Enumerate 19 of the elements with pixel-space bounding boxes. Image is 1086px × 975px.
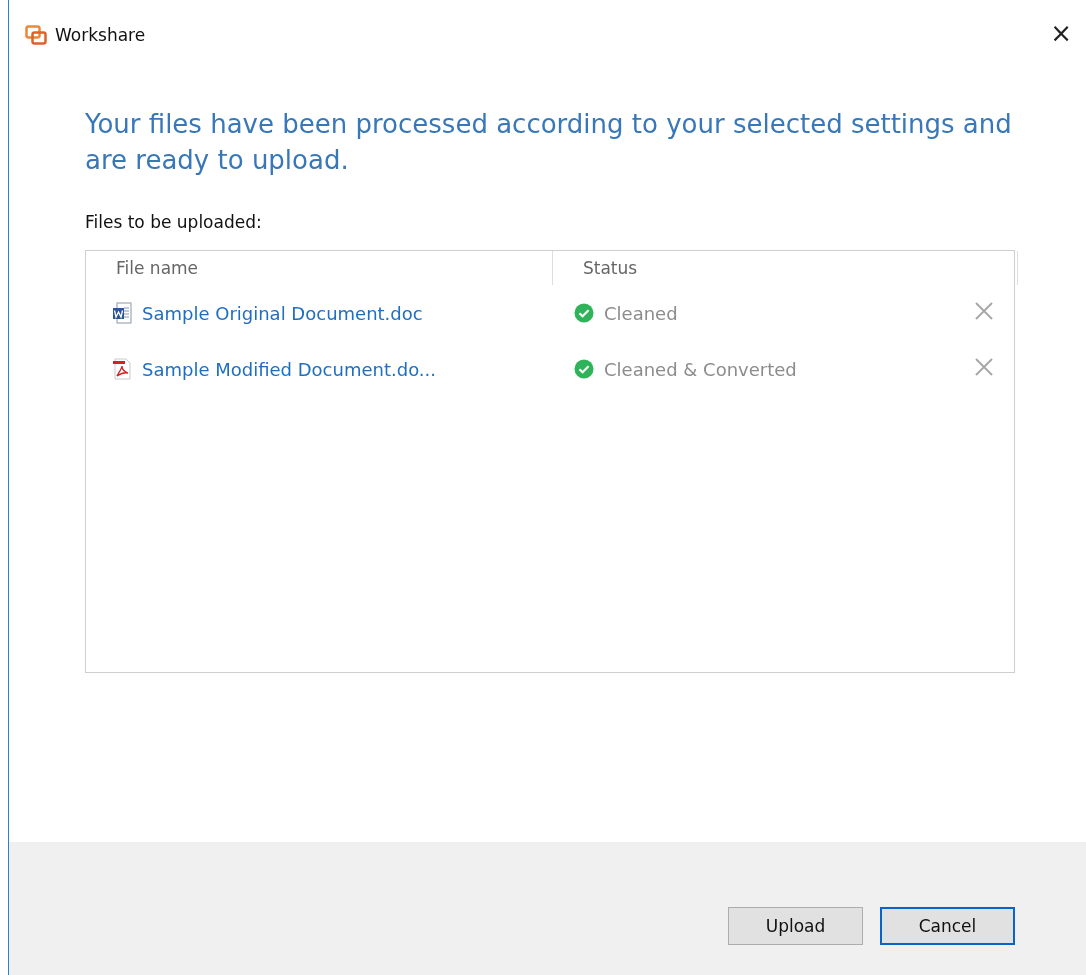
pdf-document-icon	[112, 358, 132, 380]
column-header: File name	[115, 257, 200, 280]
file-name-link[interactable]: Sample Original Document.doc	[142, 302, 423, 324]
check-circle-icon	[574, 359, 594, 379]
window-title: Workshare	[55, 25, 147, 45]
cancel-button[interactable]: Cancel	[880, 907, 1015, 945]
file-name-link[interactable]: Sample Modified Document.do...	[142, 358, 436, 380]
remove-button[interactable]	[974, 357, 994, 377]
remove-button[interactable]	[974, 301, 994, 321]
status-text: Cleaned & Converted	[604, 358, 797, 380]
check-circle-icon	[574, 303, 594, 323]
list-label: Files to be uploaded:	[85, 212, 263, 232]
close-button[interactable]: ×	[1036, 18, 1086, 48]
status-text: Cleaned	[604, 302, 678, 324]
app-logo-icon	[25, 25, 47, 45]
upload-button[interactable]: Upload	[728, 907, 863, 945]
word-document-icon	[112, 302, 132, 324]
heading: Your files have been processed according to your selected settings and are ready to upload.	[85, 108, 1013, 177]
column-header: Status	[552, 251, 1018, 285]
